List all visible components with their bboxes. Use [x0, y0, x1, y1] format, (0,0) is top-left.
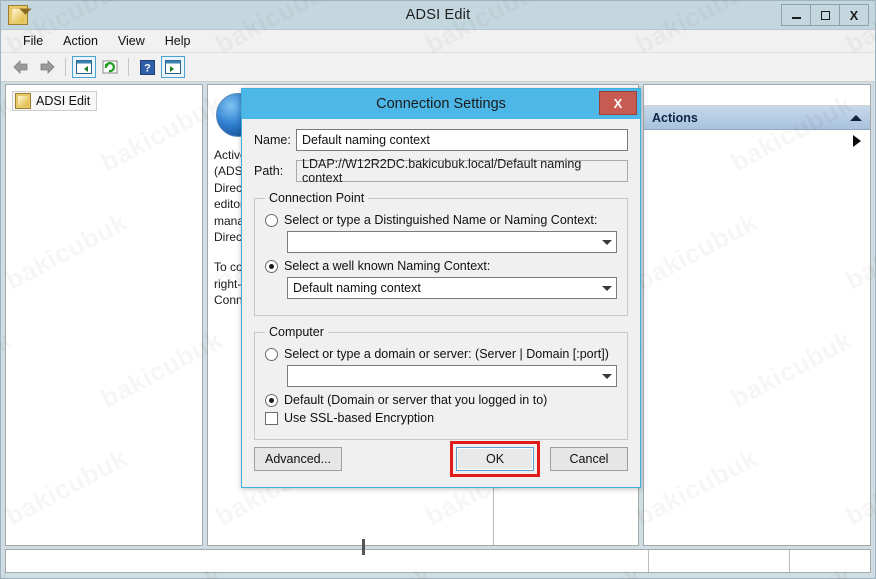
ok-button-highlight: OK [450, 441, 540, 477]
show-console-tree-icon [76, 60, 92, 74]
radio-domain-or-server-row[interactable]: Select or type a domain or server: (Serv… [265, 347, 617, 361]
toolbar-separator [65, 58, 66, 76]
help-icon: ? [139, 59, 155, 75]
chevron-down-icon[interactable] [598, 366, 616, 386]
toolbar: ? [1, 53, 875, 82]
screenshot-root: ADSI Edit X File Action View Help ? ADSI… [0, 0, 876, 579]
radio-wellknown-context-row[interactable]: Select a well known Naming Context: [265, 259, 617, 273]
tree-item-adsi-edit[interactable]: ADSI Edit [12, 91, 98, 111]
computer-group: Computer Select or type a domain or serv… [254, 325, 628, 440]
chevron-up-icon[interactable] [850, 114, 862, 121]
chevron-down-icon[interactable] [598, 278, 616, 298]
ok-button[interactable]: OK [456, 447, 534, 471]
actions-top-strip [644, 85, 870, 106]
adsi-edit-icon [15, 93, 31, 109]
actions-pane-header[interactable]: Actions [644, 106, 870, 130]
forward-icon [40, 60, 55, 74]
statusbar [5, 549, 871, 573]
radio-wellknown-context[interactable] [265, 259, 278, 273]
triangle-right-icon[interactable] [853, 135, 861, 147]
statusbar-cell-3 [790, 550, 870, 572]
checkbox-use-ssl-label: Use SSL-based Encryption [284, 411, 435, 425]
distinguished-name-combo[interactable] [287, 231, 617, 253]
tree-item-label: ADSI Edit [36, 94, 91, 108]
radio-default-computer-row[interactable]: Default (Domain or server that you logge… [265, 393, 617, 407]
dialog-button-bar: Advanced... OK Cancel [242, 441, 640, 477]
checkbox-use-ssl[interactable] [265, 411, 278, 425]
actions-pane-row[interactable] [644, 130, 870, 152]
name-field-row: Name: Default naming context [254, 129, 628, 151]
window-title: ADSI Edit [405, 7, 471, 23]
actions-pane: Actions [643, 84, 871, 546]
radio-distinguished-name-row[interactable]: Select or type a Distinguished Name or N… [265, 213, 617, 227]
connection-point-group: Connection Point Select or type a Distin… [254, 191, 628, 316]
maximize-icon [820, 10, 830, 20]
menubar: File Action View Help [1, 30, 875, 53]
name-field-label: Name: [254, 133, 291, 147]
show-action-pane-button[interactable] [161, 56, 185, 78]
radio-domain-or-server[interactable] [265, 347, 278, 361]
chevron-down-icon[interactable] [598, 232, 616, 252]
dialog-title: Connection Settings [376, 96, 506, 112]
menu-file[interactable]: File [13, 32, 53, 50]
radio-domain-or-server-label: Select or type a domain or server: (Serv… [284, 347, 609, 361]
computer-legend: Computer [269, 325, 324, 339]
radio-default-computer-label: Default (Domain or server that you logge… [284, 393, 548, 407]
toolbar-separator-2 [128, 58, 129, 76]
minimize-button[interactable] [781, 4, 811, 26]
back-icon [13, 60, 28, 74]
close-button[interactable]: X [839, 4, 869, 26]
radio-wellknown-context-label: Select a well known Naming Context: [284, 259, 491, 273]
refresh-button[interactable] [98, 56, 122, 78]
wellknown-context-combo-value: Default naming context [293, 281, 421, 295]
refresh-icon [102, 60, 118, 74]
path-field-row: Path: LDAP://W12R2DC.bakicubuk.local/Def… [254, 157, 628, 185]
window-titlebar: ADSI Edit X [1, 1, 875, 30]
menu-help[interactable]: Help [155, 32, 201, 50]
domain-or-server-combo[interactable] [287, 365, 617, 387]
checkbox-ssl-row[interactable]: Use SSL-based Encryption [265, 411, 617, 425]
statusbar-message [6, 550, 648, 572]
connection-settings-dialog: Connection Settings X Name: Default nami… [241, 88, 641, 488]
cancel-button[interactable]: Cancel [550, 447, 628, 471]
name-input[interactable]: Default naming context [296, 129, 628, 151]
minimize-icon [791, 16, 801, 19]
radio-default-computer[interactable] [265, 393, 278, 407]
svg-text:?: ? [144, 62, 151, 74]
close-icon: X [849, 7, 859, 23]
radio-distinguished-name[interactable] [265, 213, 278, 227]
actions-pane-title: Actions [652, 110, 698, 125]
radio-distinguished-name-label: Select or type a Distinguished Name or N… [284, 213, 598, 227]
path-field-label: Path: [254, 164, 284, 178]
advanced-button[interactable]: Advanced... [254, 447, 343, 471]
menu-action[interactable]: Action [53, 32, 108, 50]
console-tree-pane: ADSI Edit [5, 84, 203, 546]
close-icon: X [613, 95, 623, 111]
help-button[interactable]: ? [135, 56, 159, 78]
wellknown-context-combo[interactable]: Default naming context [287, 277, 617, 299]
back-button[interactable] [9, 56, 33, 78]
path-input: LDAP://W12R2DC.bakicubuk.local/Default n… [296, 157, 628, 185]
show-console-tree-button[interactable] [72, 56, 96, 78]
dialog-body: Name: Default naming context Path: LDAP:… [242, 119, 640, 440]
maximize-button[interactable] [810, 4, 840, 26]
window-controls: X [781, 4, 869, 26]
statusbar-cell-2 [649, 550, 789, 572]
dialog-titlebar: Connection Settings X [242, 89, 640, 119]
show-action-pane-icon [165, 60, 181, 74]
menu-view[interactable]: View [108, 32, 155, 50]
connection-point-legend: Connection Point [269, 191, 365, 205]
dialog-close-button[interactable]: X [599, 91, 637, 115]
text-cursor [362, 539, 365, 555]
forward-button[interactable] [35, 56, 59, 78]
